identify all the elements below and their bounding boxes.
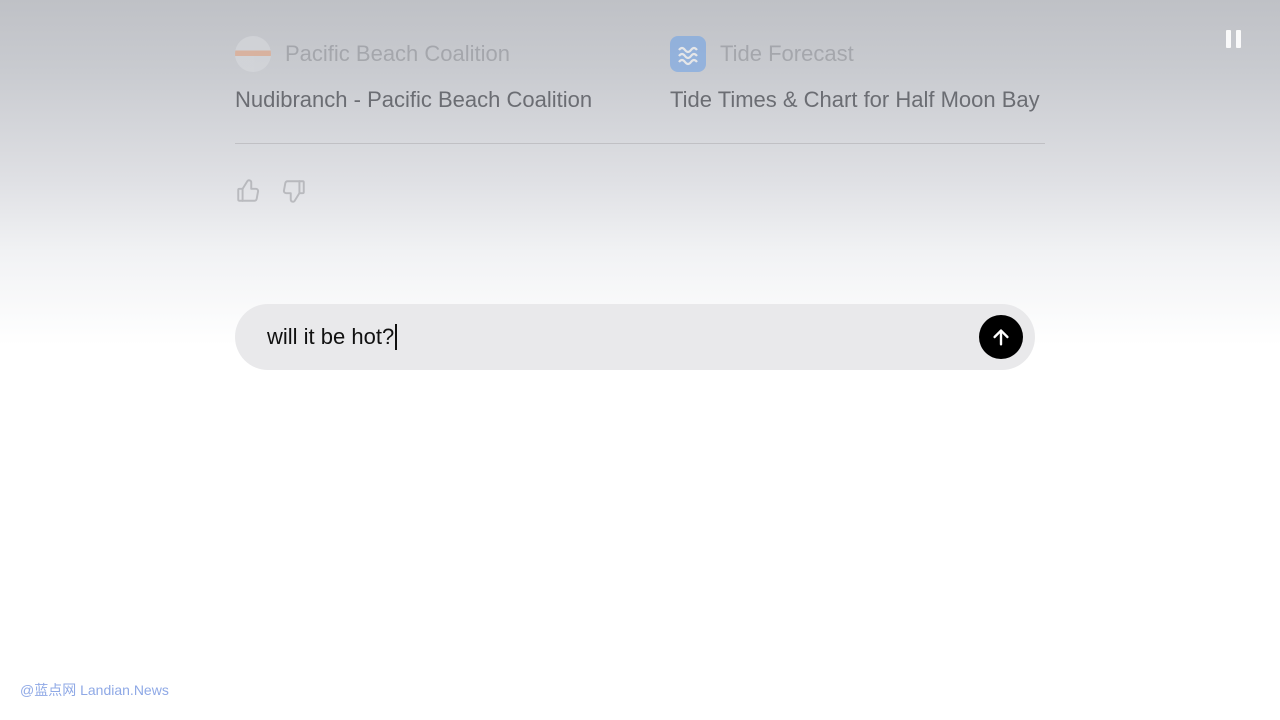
thumbs-up-button[interactable] [235, 178, 261, 209]
text-cursor [395, 324, 397, 350]
prompt-input-text[interactable]: will it be hot? [267, 324, 979, 350]
card-header: Pacific Beach Coalition [235, 36, 610, 72]
result-cards-row: Pacific Beach Coalition Nudibranch - Pac… [235, 36, 1045, 144]
card-source-name: Pacific Beach Coalition [285, 41, 510, 67]
card-title: Tide Times & Chart for Half Moon Bay [670, 86, 1045, 115]
card-source-name: Tide Forecast [720, 41, 854, 67]
prompt-input-bar[interactable]: will it be hot? [235, 304, 1035, 370]
thumbs-up-icon [235, 178, 261, 204]
pause-icon [1226, 30, 1231, 48]
send-button[interactable] [979, 315, 1023, 359]
prompt-input-value: will it be hot? [267, 324, 394, 350]
pause-icon [1236, 30, 1241, 48]
result-card-tide-forecast[interactable]: Tide Forecast Tide Times & Chart for Hal… [670, 36, 1045, 115]
card-header: Tide Forecast [670, 36, 1045, 72]
result-card-pacific-beach[interactable]: Pacific Beach Coalition Nudibranch - Pac… [235, 36, 610, 115]
site-favicon-icon [235, 36, 271, 72]
site-favicon-icon [670, 36, 706, 72]
wave-icon [676, 42, 700, 66]
pause-button[interactable] [1226, 30, 1244, 50]
watermark-text: @蓝点网 Landian.News [20, 680, 169, 700]
card-title: Nudibranch - Pacific Beach Coalition [235, 86, 610, 115]
assistant-response-area: Pacific Beach Coalition Nudibranch - Pac… [235, 36, 1045, 209]
arrow-up-icon [990, 326, 1012, 348]
feedback-row [235, 178, 1045, 209]
thumbs-down-icon [281, 178, 307, 204]
thumbs-down-button[interactable] [281, 178, 307, 209]
